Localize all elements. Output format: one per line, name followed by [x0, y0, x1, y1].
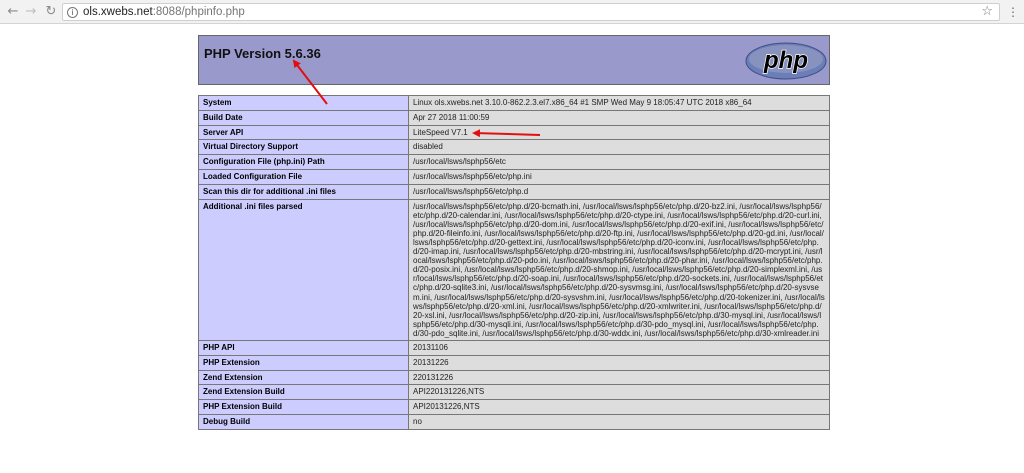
row-label: Scan this dir for additional .ini files [198, 183, 409, 200]
row-value: API20131226,NTS [408, 399, 830, 415]
row-value: 20131106 [408, 339, 830, 356]
row-label: Build Date [198, 109, 409, 126]
row-value: Linux ols.xwebs.net 3.10.0-862.2.3.el7.x… [408, 95, 830, 111]
row-value: API220131226,NTS [408, 384, 830, 401]
row-value: 220131226 [408, 369, 830, 386]
table-row: Debug Build no [198, 413, 830, 430]
table-row: System Linux ols.xwebs.net 3.10.0-862.2.… [198, 95, 830, 111]
php-version-header: PHP Version 5.6.36 php [198, 35, 830, 85]
row-value: LiteSpeed V7.1 [408, 124, 830, 141]
row-value: disabled [408, 139, 830, 156]
row-value: /usr/local/lsws/lsphp56/etc [408, 154, 830, 170]
php-info-table: System Linux ols.xwebs.net 3.10.0-862.2.… [198, 95, 830, 430]
phpinfo-page: PHP Version 5.6.36 php System Linux ols.… [198, 35, 830, 430]
php-logo-icon: php [745, 42, 827, 80]
row-label: PHP API [198, 339, 409, 356]
svg-text:php: php [763, 47, 808, 74]
table-row: PHP Extension Build API20131226,NTS [198, 399, 830, 415]
reload-icon[interactable]: ↻ [42, 3, 60, 21]
row-label: Server API [198, 124, 409, 141]
url-path: :8088/phpinfo.php [152, 6, 245, 18]
row-value: 20131226 [408, 354, 830, 371]
info-icon[interactable]: i [67, 7, 78, 18]
table-row: Configuration File (php.ini) Path /usr/l… [198, 154, 830, 170]
bookmark-star-icon[interactable]: ☆ [981, 4, 993, 20]
php-version-title: PHP Version 5.6.36 [204, 46, 321, 61]
row-label: Zend Extension [198, 369, 409, 386]
table-row: Scan this dir for additional .ini files … [198, 183, 830, 200]
table-row: Zend Extension Build API220131226,NTS [198, 384, 830, 401]
row-value: Apr 27 2018 11:00:59 [408, 109, 830, 126]
row-label: Configuration File (php.ini) Path [198, 154, 409, 170]
table-row: Server API LiteSpeed V7.1 [198, 124, 830, 141]
row-label: PHP Extension [198, 354, 409, 371]
browser-menu-icon[interactable]: ⋮ [1006, 3, 1020, 21]
row-value: no [408, 413, 830, 430]
table-row: Loaded Configuration File /usr/local/lsw… [198, 168, 830, 185]
table-row: PHP API 20131106 [198, 339, 830, 356]
row-label: PHP Extension Build [198, 399, 409, 415]
row-value: /usr/local/lsws/lsphp56/etc/php.d/20-bcm… [408, 198, 830, 341]
row-value: /usr/local/lsws/lsphp56/etc/php.d [408, 183, 830, 200]
row-label: Zend Extension Build [198, 384, 409, 401]
row-label: Debug Build [198, 413, 409, 430]
browser-toolbar: ← → ↻ i ols.xwebs.net:8088/phpinfo.php ☆… [0, 0, 1024, 24]
row-value: /usr/local/lsws/lsphp56/etc/php.ini [408, 168, 830, 185]
table-row: Zend Extension 220131226 [198, 369, 830, 386]
table-row: Virtual Directory Support disabled [198, 139, 830, 156]
table-row: Build Date Apr 27 2018 11:00:59 [198, 109, 830, 126]
row-label: Loaded Configuration File [198, 168, 409, 185]
address-bar[interactable]: i ols.xwebs.net:8088/phpinfo.php ☆ [62, 3, 1000, 21]
url-host: ols.xwebs.net [83, 6, 153, 18]
back-arrow-icon[interactable]: ← [4, 3, 22, 21]
forward-arrow-icon[interactable]: → [22, 3, 40, 21]
url-text[interactable]: ols.xwebs.net:8088/phpinfo.php [83, 5, 245, 20]
table-row: Additional .ini files parsed /usr/local/… [198, 198, 830, 341]
row-label: Additional .ini files parsed [198, 198, 409, 341]
row-label: Virtual Directory Support [198, 139, 409, 156]
row-label: System [198, 95, 409, 111]
table-row: PHP Extension 20131226 [198, 354, 830, 371]
